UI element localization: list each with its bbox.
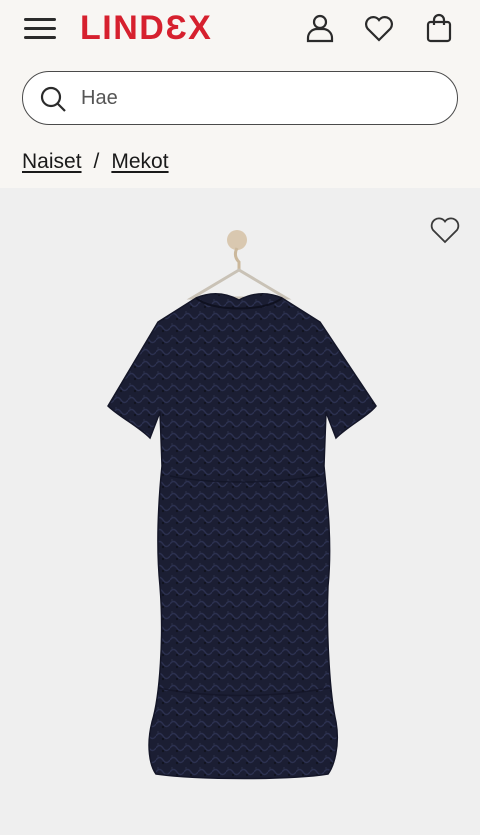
breadcrumb-separator: / (93, 150, 100, 173)
product-image[interactable] (0, 188, 480, 835)
breadcrumb-link-naiset[interactable]: Naiset (22, 150, 82, 174)
search-bar[interactable] (22, 71, 458, 125)
brand-logo[interactable]: LINDƐX (80, 10, 212, 46)
breadcrumb: Naiset / Mekot (22, 150, 169, 174)
menu-icon[interactable] (22, 14, 58, 42)
heart-outline-icon[interactable] (428, 213, 462, 247)
account-icon[interactable] (304, 12, 336, 44)
navy-lace-dress-image (107, 230, 377, 780)
site-header: LINDƐX (0, 0, 480, 56)
wishlist-heart-icon[interactable] (363, 12, 395, 44)
shopping-bag-icon[interactable] (423, 12, 455, 44)
search-input[interactable] (81, 82, 441, 114)
search-icon (39, 85, 67, 113)
breadcrumb-link-mekot[interactable]: Mekot (111, 150, 168, 174)
